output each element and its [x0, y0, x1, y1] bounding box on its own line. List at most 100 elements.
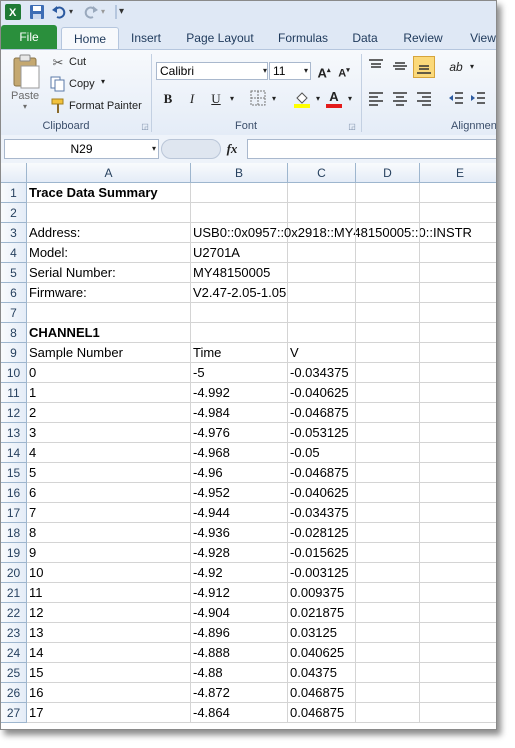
align-left-icon[interactable] [367, 90, 385, 108]
cell-e3[interactable] [420, 223, 496, 243]
cell-c2[interactable] [288, 203, 356, 223]
cell-e9[interactable] [420, 343, 496, 363]
cell-c24[interactable]: 0.040625 [288, 643, 356, 663]
cell-c23[interactable]: 0.03125 [288, 623, 356, 643]
cell-c12[interactable]: -0.046875 [288, 403, 356, 423]
cell-c16[interactable]: -0.040625 [288, 483, 356, 503]
cell-b5[interactable]: MY48150005 [191, 263, 288, 283]
cell-b20[interactable]: -4.92 [191, 563, 288, 583]
cell-c8[interactable] [288, 323, 356, 343]
row-header-24[interactable]: 24 [1, 643, 27, 663]
cell-c26[interactable]: 0.046875 [288, 683, 356, 703]
cut-button[interactable]: ✂ Cut [49, 54, 139, 72]
paste-dropdown-icon[interactable]: ▾ [23, 102, 27, 111]
cell-e21[interactable] [420, 583, 496, 603]
format-painter-button[interactable]: Format Painter [49, 98, 149, 116]
cell-a27[interactable]: 17 [27, 703, 191, 723]
cell-b7[interactable] [191, 303, 288, 323]
align-right-icon[interactable] [415, 90, 433, 108]
cell-b25[interactable]: -4.88 [191, 663, 288, 683]
cell-b11[interactable]: -4.992 [191, 383, 288, 403]
cell-d1[interactable] [356, 183, 420, 203]
orientation-dropdown-icon[interactable]: ▾ [463, 58, 481, 76]
row-header-18[interactable]: 18 [1, 523, 27, 543]
cell-c18[interactable]: -0.028125 [288, 523, 356, 543]
increase-indent-icon[interactable] [469, 90, 487, 108]
copy-button[interactable]: Copy ▾ [49, 76, 139, 94]
row-header-3[interactable]: 3 [1, 223, 27, 243]
cell-d21[interactable] [356, 583, 420, 603]
column-header-d[interactable]: D [356, 163, 420, 183]
cell-e16[interactable] [420, 483, 496, 503]
row-header-13[interactable]: 13 [1, 423, 27, 443]
tab-review[interactable]: Review [397, 27, 449, 49]
row-header-15[interactable]: 15 [1, 463, 27, 483]
cell-a25[interactable]: 15 [27, 663, 191, 683]
cell-b9[interactable]: Time [191, 343, 288, 363]
cell-a6[interactable]: Firmware: [27, 283, 191, 303]
font-launcher-icon[interactable]: ◲ [343, 118, 361, 136]
align-middle-icon[interactable] [391, 58, 409, 76]
cell-a2[interactable] [27, 203, 191, 223]
cell-c22[interactable]: 0.021875 [288, 603, 356, 623]
cell-d16[interactable] [356, 483, 420, 503]
select-all-corner[interactable] [1, 163, 27, 183]
row-header-23[interactable]: 23 [1, 623, 27, 643]
row-header-8[interactable]: 8 [1, 323, 27, 343]
cell-e6[interactable] [420, 283, 496, 303]
font-name-select[interactable]: Calibri [156, 62, 268, 80]
cell-d27[interactable] [356, 703, 420, 723]
cell-e27[interactable] [420, 703, 496, 723]
undo-icon[interactable] [51, 4, 67, 20]
cell-a24[interactable]: 14 [27, 643, 191, 663]
cell-c20[interactable]: -0.003125 [288, 563, 356, 583]
row-header-19[interactable]: 19 [1, 543, 27, 563]
cell-a18[interactable]: 8 [27, 523, 191, 543]
bold-button[interactable]: B [159, 90, 177, 108]
formula-input[interactable] [247, 139, 496, 159]
cell-b3[interactable]: USB0::0x0957::0x2918::MY48150005::0::INS… [191, 223, 472, 243]
align-center-icon[interactable] [391, 90, 409, 108]
cell-d22[interactable] [356, 603, 420, 623]
cell-a13[interactable]: 3 [27, 423, 191, 443]
font-color-dropdown-icon[interactable]: ▾ [341, 90, 359, 108]
row-header-21[interactable]: 21 [1, 583, 27, 603]
cell-b6[interactable]: V2.47-2.05-1.05 [191, 283, 288, 303]
cell-a8[interactable]: CHANNEL1 [27, 323, 191, 343]
row-header-7[interactable]: 7 [1, 303, 27, 323]
cell-e13[interactable] [420, 423, 496, 443]
cell-a21[interactable]: 11 [27, 583, 191, 603]
cell-c19[interactable]: -0.015625 [288, 543, 356, 563]
cell-c10[interactable]: -0.034375 [288, 363, 356, 383]
cell-c25[interactable]: 0.04375 [288, 663, 356, 683]
row-header-20[interactable]: 20 [1, 563, 27, 583]
tab-page-layout[interactable]: Page Layout [179, 27, 261, 49]
cell-e4[interactable] [420, 243, 496, 263]
cell-c9[interactable]: V [288, 343, 356, 363]
cell-d24[interactable] [356, 643, 420, 663]
cell-a7[interactable] [27, 303, 191, 323]
cell-b17[interactable]: -4.944 [191, 503, 288, 523]
customize-qat-icon[interactable]: ▾ [119, 4, 135, 20]
insert-function-button[interactable]: fx [223, 140, 241, 158]
tab-insert[interactable]: Insert [123, 27, 169, 49]
cell-d25[interactable] [356, 663, 420, 683]
cell-e14[interactable] [420, 443, 496, 463]
cell-a23[interactable]: 13 [27, 623, 191, 643]
cell-c7[interactable] [288, 303, 356, 323]
row-header-9[interactable]: 9 [1, 343, 27, 363]
cell-c13[interactable]: -0.053125 [288, 423, 356, 443]
cell-a19[interactable]: 9 [27, 543, 191, 563]
cell-a17[interactable]: 7 [27, 503, 191, 523]
cell-e7[interactable] [420, 303, 496, 323]
cell-e12[interactable] [420, 403, 496, 423]
cell-e1[interactable] [420, 183, 496, 203]
cell-d20[interactable] [356, 563, 420, 583]
column-header-b[interactable]: B [191, 163, 288, 183]
cell-b21[interactable]: -4.912 [191, 583, 288, 603]
cell-b8[interactable] [191, 323, 288, 343]
row-header-1[interactable]: 1 [1, 183, 27, 203]
tab-home[interactable]: Home [61, 27, 119, 50]
cell-b22[interactable]: -4.904 [191, 603, 288, 623]
row-header-26[interactable]: 26 [1, 683, 27, 703]
